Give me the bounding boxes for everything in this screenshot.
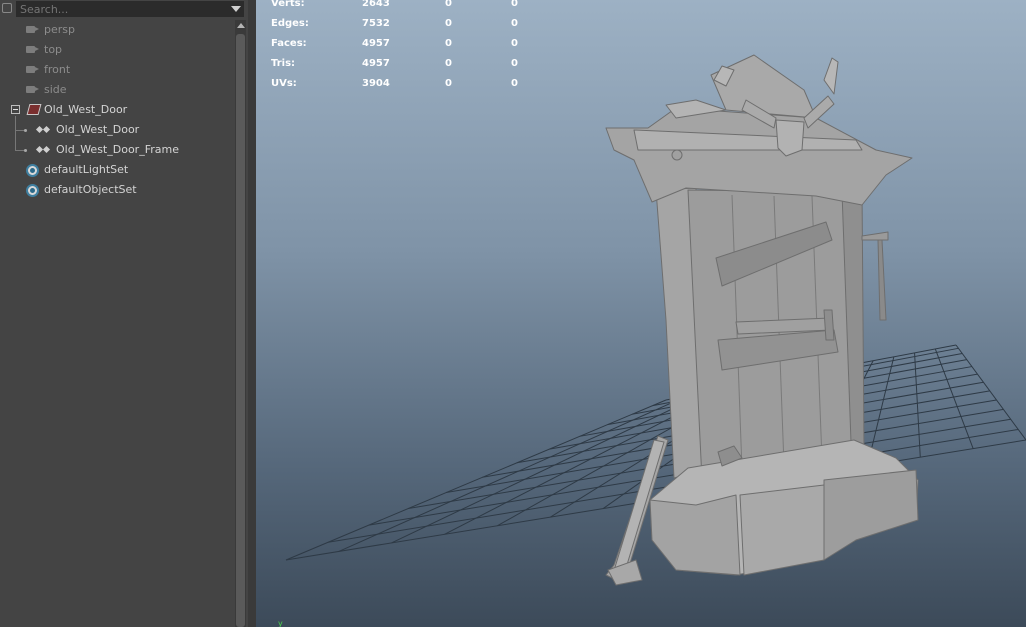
outliner-item-label: Old_West_Door: [56, 123, 140, 136]
hud-label: Tris:: [271, 58, 296, 69]
outliner-item-label: defaultLightSet: [44, 163, 129, 176]
mesh-icon: [35, 125, 51, 135]
camera-icon: [26, 66, 39, 73]
hud-label: Edges:: [271, 18, 309, 29]
tree-dot-icon: [24, 149, 27, 152]
group-icon: [26, 104, 42, 115]
hud-selected: 0: [445, 0, 452, 9]
hud-components: 0: [511, 78, 518, 89]
view-axis-indicator: y: [278, 619, 283, 627]
panel-splitter[interactable]: [248, 0, 256, 627]
hud-total: 2643: [362, 0, 390, 9]
outliner-item-persp[interactable]: persp: [0, 20, 232, 40]
hud-total: 4957: [362, 58, 390, 69]
hud-label: UVs:: [271, 78, 297, 89]
hud-components: 0: [511, 18, 518, 29]
hud-selected: 0: [445, 18, 452, 29]
tree-dot-icon: [24, 129, 27, 132]
outliner-item-label: persp: [44, 23, 75, 36]
hud-selected: 0: [445, 58, 452, 69]
outliner-item-label: front: [44, 63, 71, 76]
outliner-item-old-west-door-group[interactable]: Old_West_Door: [0, 100, 232, 120]
outliner-item-old-west-door-mesh[interactable]: Old_West_Door: [0, 120, 232, 140]
outliner-item-label: Old_West_Door_Frame: [56, 143, 179, 156]
3d-viewport[interactable]: Verts: 2643 0 0 Edges: 7532 0 0 Faces: 4…: [256, 0, 1026, 627]
scrollbar-thumb[interactable]: [236, 34, 245, 627]
search-input[interactable]: [16, 1, 244, 17]
camera-icon: [26, 46, 39, 53]
camera-icon: [26, 86, 39, 93]
outliner-item-default-object-set[interactable]: defaultObjectSet: [0, 180, 232, 200]
hud-total: 7532: [362, 18, 390, 29]
scroll-up-icon[interactable]: [237, 23, 245, 28]
chevron-down-icon[interactable]: [231, 6, 241, 12]
set-icon: [26, 184, 39, 197]
door-model: [605, 54, 919, 586]
outliner-item-top[interactable]: top: [0, 40, 232, 60]
hud-components: 0: [511, 0, 518, 9]
hud-label: Verts:: [271, 0, 305, 9]
outliner-panel: persp top front side Old_West_Door Old_W…: [0, 0, 248, 627]
outliner-item-old-west-door-frame[interactable]: Old_West_Door_Frame: [0, 140, 232, 160]
hud-total: 3904: [362, 78, 390, 89]
outliner-item-label: side: [44, 83, 67, 96]
outliner-item-label: Old_West_Door: [44, 103, 128, 116]
hud-components: 0: [511, 58, 518, 69]
camera-icon: [26, 26, 39, 33]
outliner-item-label: top: [44, 43, 63, 56]
mesh-icon: [35, 145, 51, 155]
collapse-toggle-icon[interactable]: [11, 105, 20, 114]
outliner-scrollbar[interactable]: [235, 20, 246, 627]
outliner-item-front[interactable]: front: [0, 60, 232, 80]
outliner-item-label: defaultObjectSet: [44, 183, 137, 196]
viewport-scene: [285, 54, 1026, 586]
hud-selected: 0: [445, 38, 452, 49]
search-bar: [0, 0, 248, 18]
hud-selected: 0: [445, 78, 452, 89]
hud-label: Faces:: [271, 38, 307, 49]
hud-total: 4957: [362, 38, 390, 49]
outliner-item-side[interactable]: side: [0, 80, 232, 100]
set-icon: [26, 164, 39, 177]
outliner-item-default-light-set[interactable]: defaultLightSet: [0, 160, 232, 180]
hud-components: 0: [511, 38, 518, 49]
search-icon: [2, 3, 12, 13]
